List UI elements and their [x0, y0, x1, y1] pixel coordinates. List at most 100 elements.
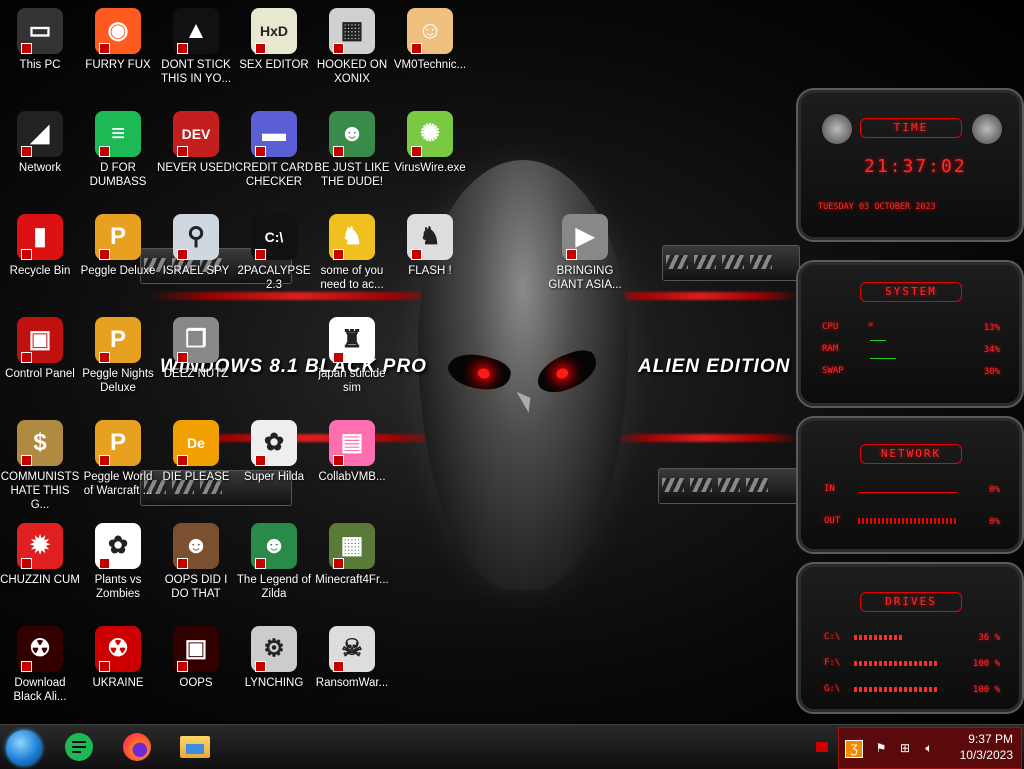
shortcut-arrow-icon	[411, 43, 422, 54]
desktop-icon[interactable]: ♜ japan suicide sim	[312, 317, 392, 395]
windows-stack-icon: ❐	[173, 317, 219, 363]
desktop-icon-label: BE JUST LIKE THE DUDE!	[314, 162, 390, 188]
taskbar-file-explorer-button[interactable]	[178, 731, 212, 763]
desktop-icon[interactable]: ✹ CHUZZIN CUM	[0, 523, 80, 587]
desktop-icon[interactable]: ♞ FLASH !	[390, 214, 470, 278]
shortcut-arrow-icon	[177, 661, 188, 672]
this-pc-icon: ▭	[17, 8, 63, 54]
hilda-icon: ✿	[251, 420, 297, 466]
desktop-icon-label: some of you need to ac...	[320, 265, 384, 291]
desktop-icon[interactable]: ☢ UKRAINE	[78, 626, 158, 690]
desktop-icon-label: COMMUNISTS HATE THIS G...	[0, 471, 80, 511]
desktop-icon[interactable]: ≡ D FOR DUMBASS	[78, 111, 158, 189]
desktop-icon[interactable]: P Peggle Nights Deluxe	[78, 317, 158, 395]
shortcut-arrow-icon	[411, 249, 422, 260]
shortcut-arrow-icon	[21, 43, 32, 54]
desktop-icon-label: SEX EDITOR	[239, 59, 309, 71]
shortcut-arrow-icon	[99, 455, 110, 466]
desktop-icon[interactable]: ▮ Recycle Bin	[0, 214, 80, 278]
tray-app-icon[interactable]: Ʒ	[845, 740, 863, 758]
desktop-icon[interactable]: ♞ some of you need to ac...	[312, 214, 392, 292]
network-in-label: IN	[824, 484, 835, 494]
network-icon: ◢	[17, 111, 63, 157]
terminal-icon: C:\	[251, 214, 297, 260]
shortcut-arrow-icon	[255, 661, 266, 672]
xonix-icon: ▦	[329, 8, 375, 54]
clock-time: 9:37 PM	[968, 732, 1013, 746]
desktop-icon[interactable]: ✿ Super Hilda	[234, 420, 314, 484]
pvz-icon: ✿	[95, 523, 141, 569]
desktop-icon[interactable]: ▤ CollabVMB...	[312, 420, 392, 484]
desktop-icon[interactable]: ☻ The Legend of Zilda	[234, 523, 314, 601]
shortcut-arrow-icon	[333, 352, 344, 363]
desktop-icon-label: OOPS	[179, 677, 213, 689]
desktop-icon-label: NEVER USED!	[157, 162, 235, 174]
desktop-icon[interactable]: ▲ DONT STICK THIS IN YO...	[156, 8, 236, 86]
peggle-nights-icon: P	[95, 317, 141, 363]
radiation-icon: ☢	[95, 626, 141, 672]
desktop-icon[interactable]: ☢ Download Black Ali...	[0, 626, 80, 704]
desktop-icon-label: RansomWar...	[315, 677, 389, 689]
firefox-icon: ◉	[95, 8, 141, 54]
desktop-icon[interactable]: ✿ Plants vs Zombies	[78, 523, 158, 601]
flag-icon[interactable]: ⚑	[873, 740, 889, 756]
shortcut-arrow-icon	[99, 249, 110, 260]
shortcut-arrow-icon	[255, 146, 266, 157]
desktop-icon[interactable]: P Peggle World of Warcraft ...	[78, 420, 158, 498]
volume-icon[interactable]: 🔈︎	[921, 740, 937, 756]
desktop-icon[interactable]: ☺ VM0Technic...	[390, 8, 470, 72]
desktop-icon[interactable]: ⚲ ISRAEL SPY	[156, 214, 236, 278]
taskbar-dfor-button[interactable]	[62, 731, 96, 763]
taskbar-clock[interactable]: 9:37 PM 10/3/2023	[960, 731, 1013, 763]
desktop-icon[interactable]: ▣ OOPS	[156, 626, 236, 690]
desktop-icon[interactable]: HxD SEX EDITOR	[234, 8, 314, 72]
desktop-icon[interactable]: ◢ Network	[0, 111, 80, 175]
taskbar-firefox-button[interactable]	[120, 731, 154, 763]
system-panel: SYSTEM CPU 13% » RAM 34% SWAP 30%	[796, 260, 1024, 408]
desktop-icon[interactable]: ⚙ LYNCHING	[234, 626, 314, 690]
desktop-icon[interactable]: ▬ CREDIT CARD CHECKER	[234, 111, 314, 189]
desktop-icon-label: UKRAINE	[92, 677, 144, 689]
desktop-icon[interactable]: ▦ Minecraft4Fr...	[312, 523, 392, 587]
lime-icon: ✺	[407, 111, 453, 157]
elf-icon: ☻	[329, 111, 375, 157]
gadget-clock: 21:37:02	[864, 156, 967, 177]
shortcut-arrow-icon	[21, 558, 32, 569]
desktop-icon[interactable]: ◉ FURRY FUX	[78, 8, 158, 72]
desktop-icon-label: Recycle Bin	[9, 265, 71, 277]
spy-icon: ⚲	[173, 214, 219, 260]
technician-icon: ☺	[407, 8, 453, 54]
desktop-icon-label: FLASH !	[408, 265, 452, 277]
shortcut-arrow-icon	[255, 249, 266, 260]
desktop-icon[interactable]: ❐ DEEZ NUTZ	[156, 317, 236, 381]
show-hidden-icons-button[interactable]	[816, 742, 828, 752]
desktop-icon[interactable]: $ COMMUNISTS HATE THIS G...	[0, 420, 80, 512]
taskbar: Ʒ ⚑ ⊞ 🔈︎ 9:37 PM 10/3/2023	[0, 724, 1024, 769]
network-out-label: OUT	[824, 516, 841, 526]
drive-value: 100 %	[972, 659, 1000, 669]
desktop-icon[interactable]: ☠ RansomWar...	[312, 626, 392, 690]
swap-graph	[870, 358, 896, 359]
desktop-icon[interactable]: ▭ This PC	[0, 8, 80, 72]
desktop-icon-label: DEEZ NUTZ	[163, 368, 229, 380]
desktop-icon[interactable]: ▶ BRINGING GIANT ASIA...	[545, 214, 625, 292]
desktop-icon[interactable]: ▦ HOOKED ON XONIX	[312, 8, 392, 86]
desktop-icon[interactable]: De DIE PLEASE	[156, 420, 236, 484]
shortcut-arrow-icon	[177, 455, 188, 466]
shortcut-arrow-icon	[177, 352, 188, 363]
desktop-icon[interactable]: C:\ 2PACALYPSE 2.3	[234, 214, 314, 292]
desktop-icon[interactable]: P Peggle Deluxe	[78, 214, 158, 278]
ram-graph	[870, 340, 886, 341]
peggle-wow-icon: P	[95, 420, 141, 466]
desktop-icon[interactable]: ☻ OOPS DID I DO THAT	[156, 523, 236, 601]
desktop-icon[interactable]: ☻ BE JUST LIKE THE DUDE!	[312, 111, 392, 189]
drive-label: C:\	[824, 632, 841, 642]
desktop-icon[interactable]: DEV NEVER USED!	[156, 111, 236, 175]
start-button[interactable]	[6, 730, 42, 766]
desktop-icon[interactable]: ✺ VirusWire.exe	[390, 111, 470, 175]
alien-system-gadget[interactable]: TIME 21:37:02 TUESDAY 03 OCTOBER 2023 SY…	[796, 88, 1024, 722]
desktop-icon-label: BRINGING GIANT ASIA...	[548, 265, 622, 291]
sim-icon: ♜	[329, 317, 375, 363]
network-tray-icon[interactable]: ⊞	[897, 740, 913, 756]
desktop-icon[interactable]: ▣ Control Panel	[0, 317, 80, 381]
